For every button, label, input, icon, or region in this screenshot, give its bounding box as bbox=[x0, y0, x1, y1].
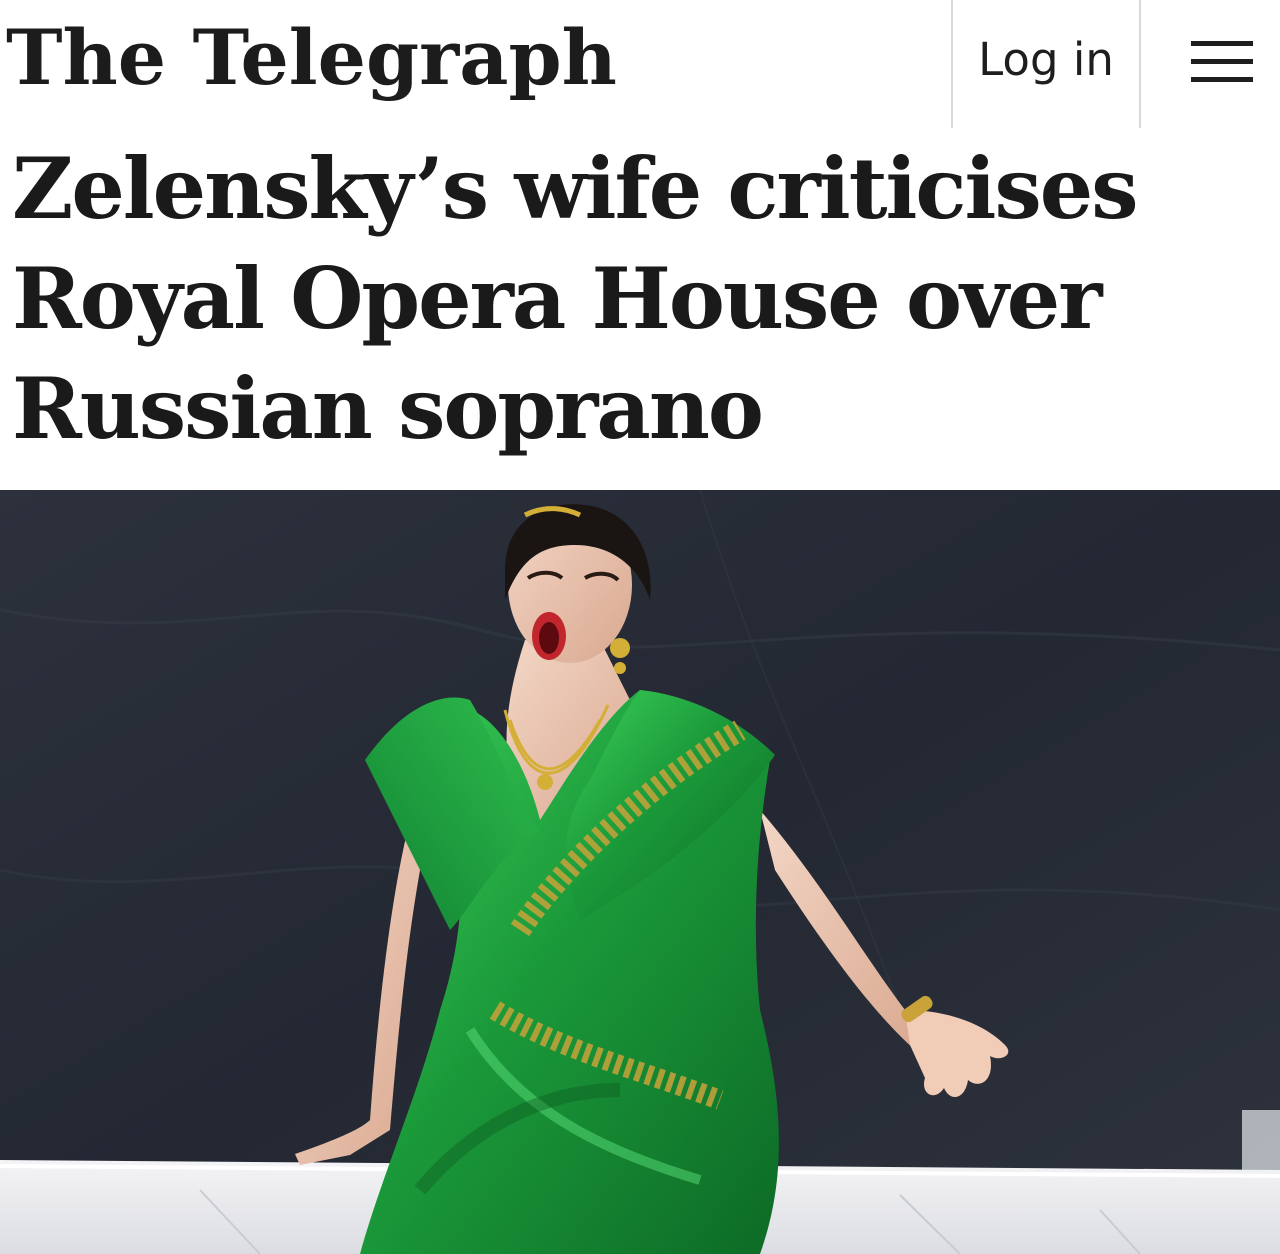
article-headline: Zelensky’s wife criticises Royal Opera H… bbox=[12, 139, 1139, 458]
masthead-logo[interactable]: The Telegraph bbox=[6, 10, 617, 106]
menu-bar bbox=[1191, 41, 1253, 46]
site-header: The Telegraph Log in bbox=[0, 0, 1280, 128]
menu-bar bbox=[1191, 59, 1253, 64]
menu-bar bbox=[1191, 77, 1253, 82]
login-button[interactable]: Log in bbox=[953, 0, 1139, 118]
hamburger-menu-icon[interactable] bbox=[1141, 0, 1280, 118]
article-hero-image bbox=[0, 490, 1280, 1254]
